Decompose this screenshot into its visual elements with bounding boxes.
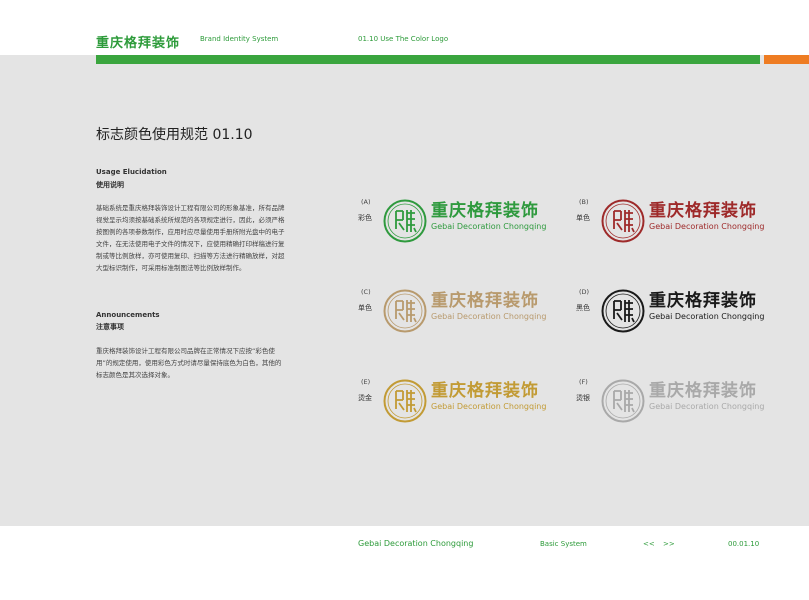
seal-mark-icon (383, 379, 427, 423)
variant-letter: (E) (361, 378, 371, 386)
announcements-heading-cn: 注意事项 (96, 323, 124, 331)
logo-wordmark: 重庆格拜装饰 Gebai Decoration Chongqing (431, 291, 546, 322)
logo-variant-5: (E) 烫金 重庆格拜装饰 Gebai Decoration Chongqing (358, 378, 568, 438)
variant-color-label: 黑色 (576, 304, 590, 312)
announcements-heading-en: Announcements (96, 311, 160, 319)
logo-name-en: Gebai Decoration Chongqing (431, 222, 547, 231)
logo-wordmark: 重庆格拜装饰 Gebai Decoration Chongqing (649, 201, 764, 232)
variant-color-label: 烫金 (358, 394, 372, 402)
page-number: 00.01.10 (728, 540, 760, 548)
green-rule (96, 55, 760, 64)
logo-variant-3: (C) 单色 重庆格拜装饰 Gebai Decoration Chongqing (358, 288, 568, 348)
logo-name-cn: 重庆格拜装饰 (431, 201, 539, 221)
variant-color-label: 烫银 (576, 394, 590, 402)
logo-wordmark: 重庆格拜装饰 Gebai Decoration Chongqing (431, 381, 546, 412)
logo-name-en: Gebai Decoration Chongqing (431, 312, 547, 321)
prev-page-link[interactable]: << (643, 540, 655, 548)
logo-name-cn: 重庆格拜装饰 (649, 381, 757, 401)
page-title: 标志颜色使用规范 01.10 (96, 127, 253, 143)
logo-name-cn: 重庆格拜装饰 (649, 291, 757, 311)
footer-bar (0, 526, 809, 600)
variant-letter: (D) (579, 288, 590, 296)
seal-mark-icon (601, 199, 645, 243)
variant-color-label: 单色 (358, 304, 372, 312)
logo-name-en: Gebai Decoration Chongqing (649, 312, 765, 321)
logo-wordmark: 重庆格拜装饰 Gebai Decoration Chongqing (649, 381, 764, 412)
footer-company: Gebai Decoration Chongqing (358, 539, 474, 548)
variant-letter: (C) (361, 288, 371, 296)
logo-name-en: Gebai Decoration Chongqing (649, 222, 765, 231)
brand-title: 重庆格拜装饰 (96, 36, 181, 51)
logo-wordmark: 重庆格拜装饰 Gebai Decoration Chongqing (649, 291, 764, 322)
footer-section: Basic System (540, 540, 587, 548)
logo-variant-2: (B) 单色 重庆格拜装饰 Gebai Decoration Chongqing (576, 198, 786, 258)
variant-color-label: 彩色 (358, 214, 372, 222)
seal-mark-icon (601, 379, 645, 423)
logo-name-en: Gebai Decoration Chongqing (649, 402, 765, 411)
variant-color-label: 单色 (576, 214, 590, 222)
logo-name-en: Gebai Decoration Chongqing (431, 402, 547, 411)
logo-name-cn: 重庆格拜装饰 (431, 381, 539, 401)
usage-body: 基础系统是重庆格拜装饰设计工程有限公司的形象基准，所有品牌视觉呈示均须按基础系统… (96, 204, 285, 272)
usage-heading-en: Usage Elucidation (96, 168, 167, 176)
logo-name-cn: 重庆格拜装饰 (649, 201, 757, 221)
orange-rule (764, 55, 809, 64)
usage-heading-cn: 使用说明 (96, 181, 124, 189)
logo-variant-1: (A) 彩色 重庆格拜装饰 Gebai Decoration Chongqing (358, 198, 568, 258)
announcements-body: 重庆格拜装饰设计工程有限公司品牌在正常情况下应按“彩色使用”的规定使用，使用彩色… (96, 347, 282, 379)
variant-letter: (F) (579, 378, 588, 386)
system-label: Brand Identity System (200, 35, 279, 43)
logo-variant-4: (D) 黑色 重庆格拜装饰 Gebai Decoration Chongqing (576, 288, 786, 348)
variant-letter: (B) (579, 198, 589, 206)
section-label: 01.10 Use The Color Logo (358, 35, 449, 43)
variant-letter: (A) (361, 198, 371, 206)
seal-mark-icon (601, 289, 645, 333)
seal-mark-icon (383, 289, 427, 333)
seal-mark-icon (383, 199, 427, 243)
logo-name-cn: 重庆格拜装饰 (431, 291, 539, 311)
logo-variant-6: (F) 烫银 重庆格拜装饰 Gebai Decoration Chongqing (576, 378, 786, 438)
logo-wordmark: 重庆格拜装饰 Gebai Decoration Chongqing (431, 201, 546, 232)
next-page-link[interactable]: >> (663, 540, 675, 548)
